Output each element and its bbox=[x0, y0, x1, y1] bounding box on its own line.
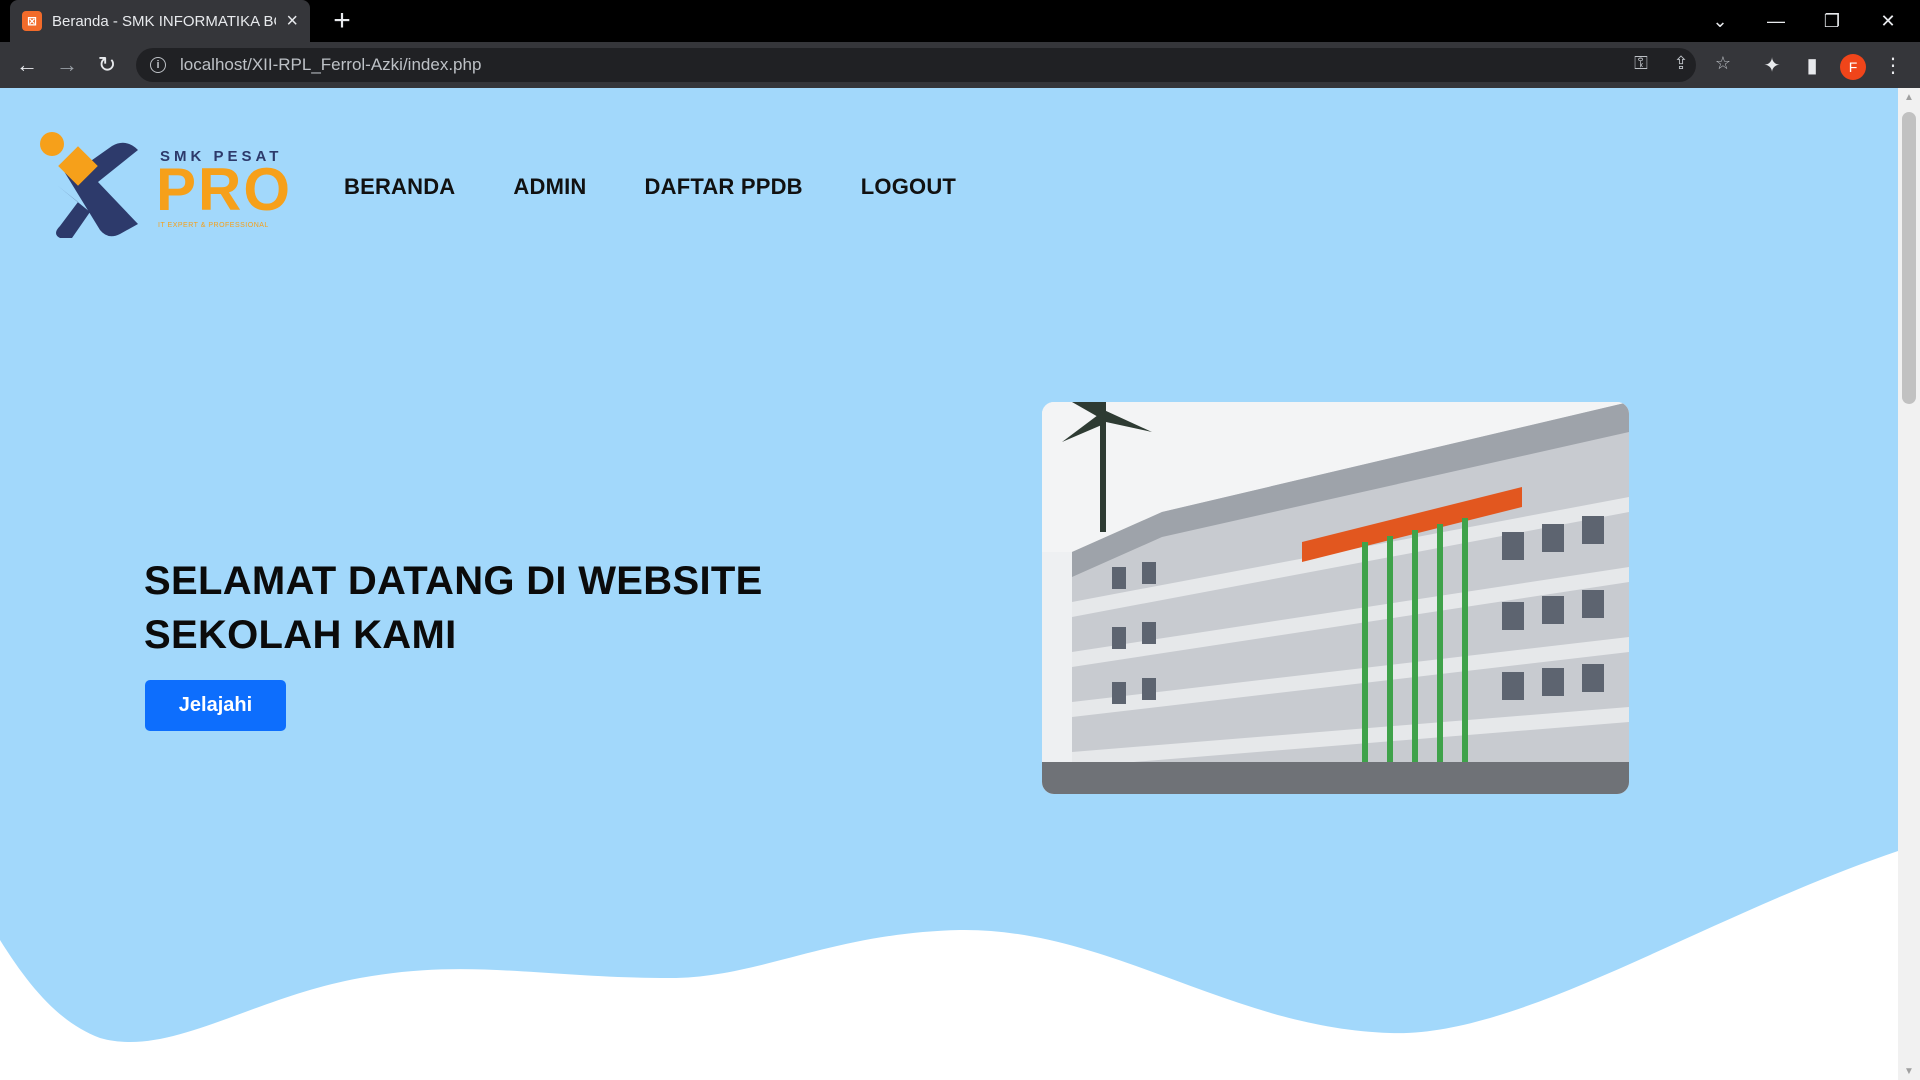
page-viewport: SMK PESAT PRO IT EXPERT & PROFESSIONAL B… bbox=[0, 88, 1898, 1080]
tab-search-chevron-down-icon[interactable]: ⌄ bbox=[1692, 0, 1748, 42]
school-logo[interactable]: SMK PESAT PRO IT EXPERT & PROFESSIONAL bbox=[38, 130, 296, 240]
nav-beranda[interactable]: BERANDA bbox=[344, 174, 455, 200]
logo-text-pro-letters: PRO bbox=[156, 156, 293, 223]
school-building-photo bbox=[1042, 402, 1629, 794]
key-icon[interactable]: ⚿ bbox=[1628, 50, 1654, 76]
scroll-down-arrow-icon[interactable]: ▼ bbox=[1898, 1062, 1920, 1080]
browser-tab-active[interactable]: ⊠ Beranda - SMK INFORMATIKA BO × bbox=[10, 0, 310, 42]
bookmark-star-icon[interactable]: ☆ bbox=[1710, 50, 1736, 76]
xampp-favicon-icon: ⊠ bbox=[22, 11, 42, 31]
extensions-puzzle-icon[interactable]: ✦ bbox=[1755, 48, 1789, 82]
school-building-image bbox=[1042, 402, 1629, 794]
page-scrollbar[interactable]: ▲ ▼ bbox=[1898, 88, 1920, 1080]
explore-button[interactable]: Jelajahi bbox=[145, 680, 286, 731]
hero-title: SELAMAT DATANG DI WEBSITE SEKOLAH KAMI bbox=[144, 559, 763, 657]
logo-tagline: IT EXPERT & PROFESSIONAL bbox=[158, 222, 269, 229]
close-window-button[interactable]: ✕ bbox=[1860, 0, 1916, 42]
share-icon[interactable]: ⇪ bbox=[1668, 50, 1694, 76]
minimize-button[interactable]: — bbox=[1748, 0, 1804, 42]
nav-daftar-ppdb[interactable]: DAFTAR PPDB bbox=[645, 174, 803, 200]
logo-x-mark-icon bbox=[40, 132, 138, 238]
back-arrow-icon[interactable]: ← bbox=[10, 48, 44, 82]
nav-logout[interactable]: LOGOUT bbox=[861, 174, 956, 200]
browser-toolbar: ← → ↻ i localhost/XII-RPL_Ferrol-Azki/in… bbox=[0, 42, 1920, 88]
browser-tab-bar: ⊠ Beranda - SMK INFORMATIKA BO × + ⌄ — ❐… bbox=[0, 0, 1920, 42]
nav-admin[interactable]: ADMIN bbox=[513, 174, 586, 200]
menu-dots-icon[interactable]: ⋮ bbox=[1876, 48, 1910, 82]
reload-icon[interactable]: ↻ bbox=[90, 48, 124, 82]
tab-title: Beranda - SMK INFORMATIKA BO bbox=[52, 12, 277, 30]
main-nav: BERANDA ADMIN DAFTAR PPDB LOGOUT bbox=[344, 174, 1014, 200]
side-panel-icon[interactable]: ▮ bbox=[1795, 48, 1829, 82]
site-info-icon[interactable]: i bbox=[150, 57, 166, 73]
new-tab-button[interactable]: + bbox=[325, 4, 359, 38]
scroll-up-arrow-icon[interactable]: ▲ bbox=[1898, 88, 1920, 106]
profile-avatar[interactable]: F bbox=[1840, 54, 1866, 80]
url-text: localhost/XII-RPL_Ferrol-Azki/index.php bbox=[180, 55, 482, 74]
tab-close-icon[interactable]: × bbox=[286, 10, 298, 33]
address-bar[interactable]: i localhost/XII-RPL_Ferrol-Azki/index.ph… bbox=[136, 48, 1696, 82]
forward-arrow-icon[interactable]: → bbox=[50, 48, 84, 82]
logo-text-pro: PRO bbox=[156, 160, 292, 220]
restore-button[interactable]: ❐ bbox=[1804, 0, 1860, 42]
scrollbar-thumb[interactable] bbox=[1902, 112, 1916, 404]
